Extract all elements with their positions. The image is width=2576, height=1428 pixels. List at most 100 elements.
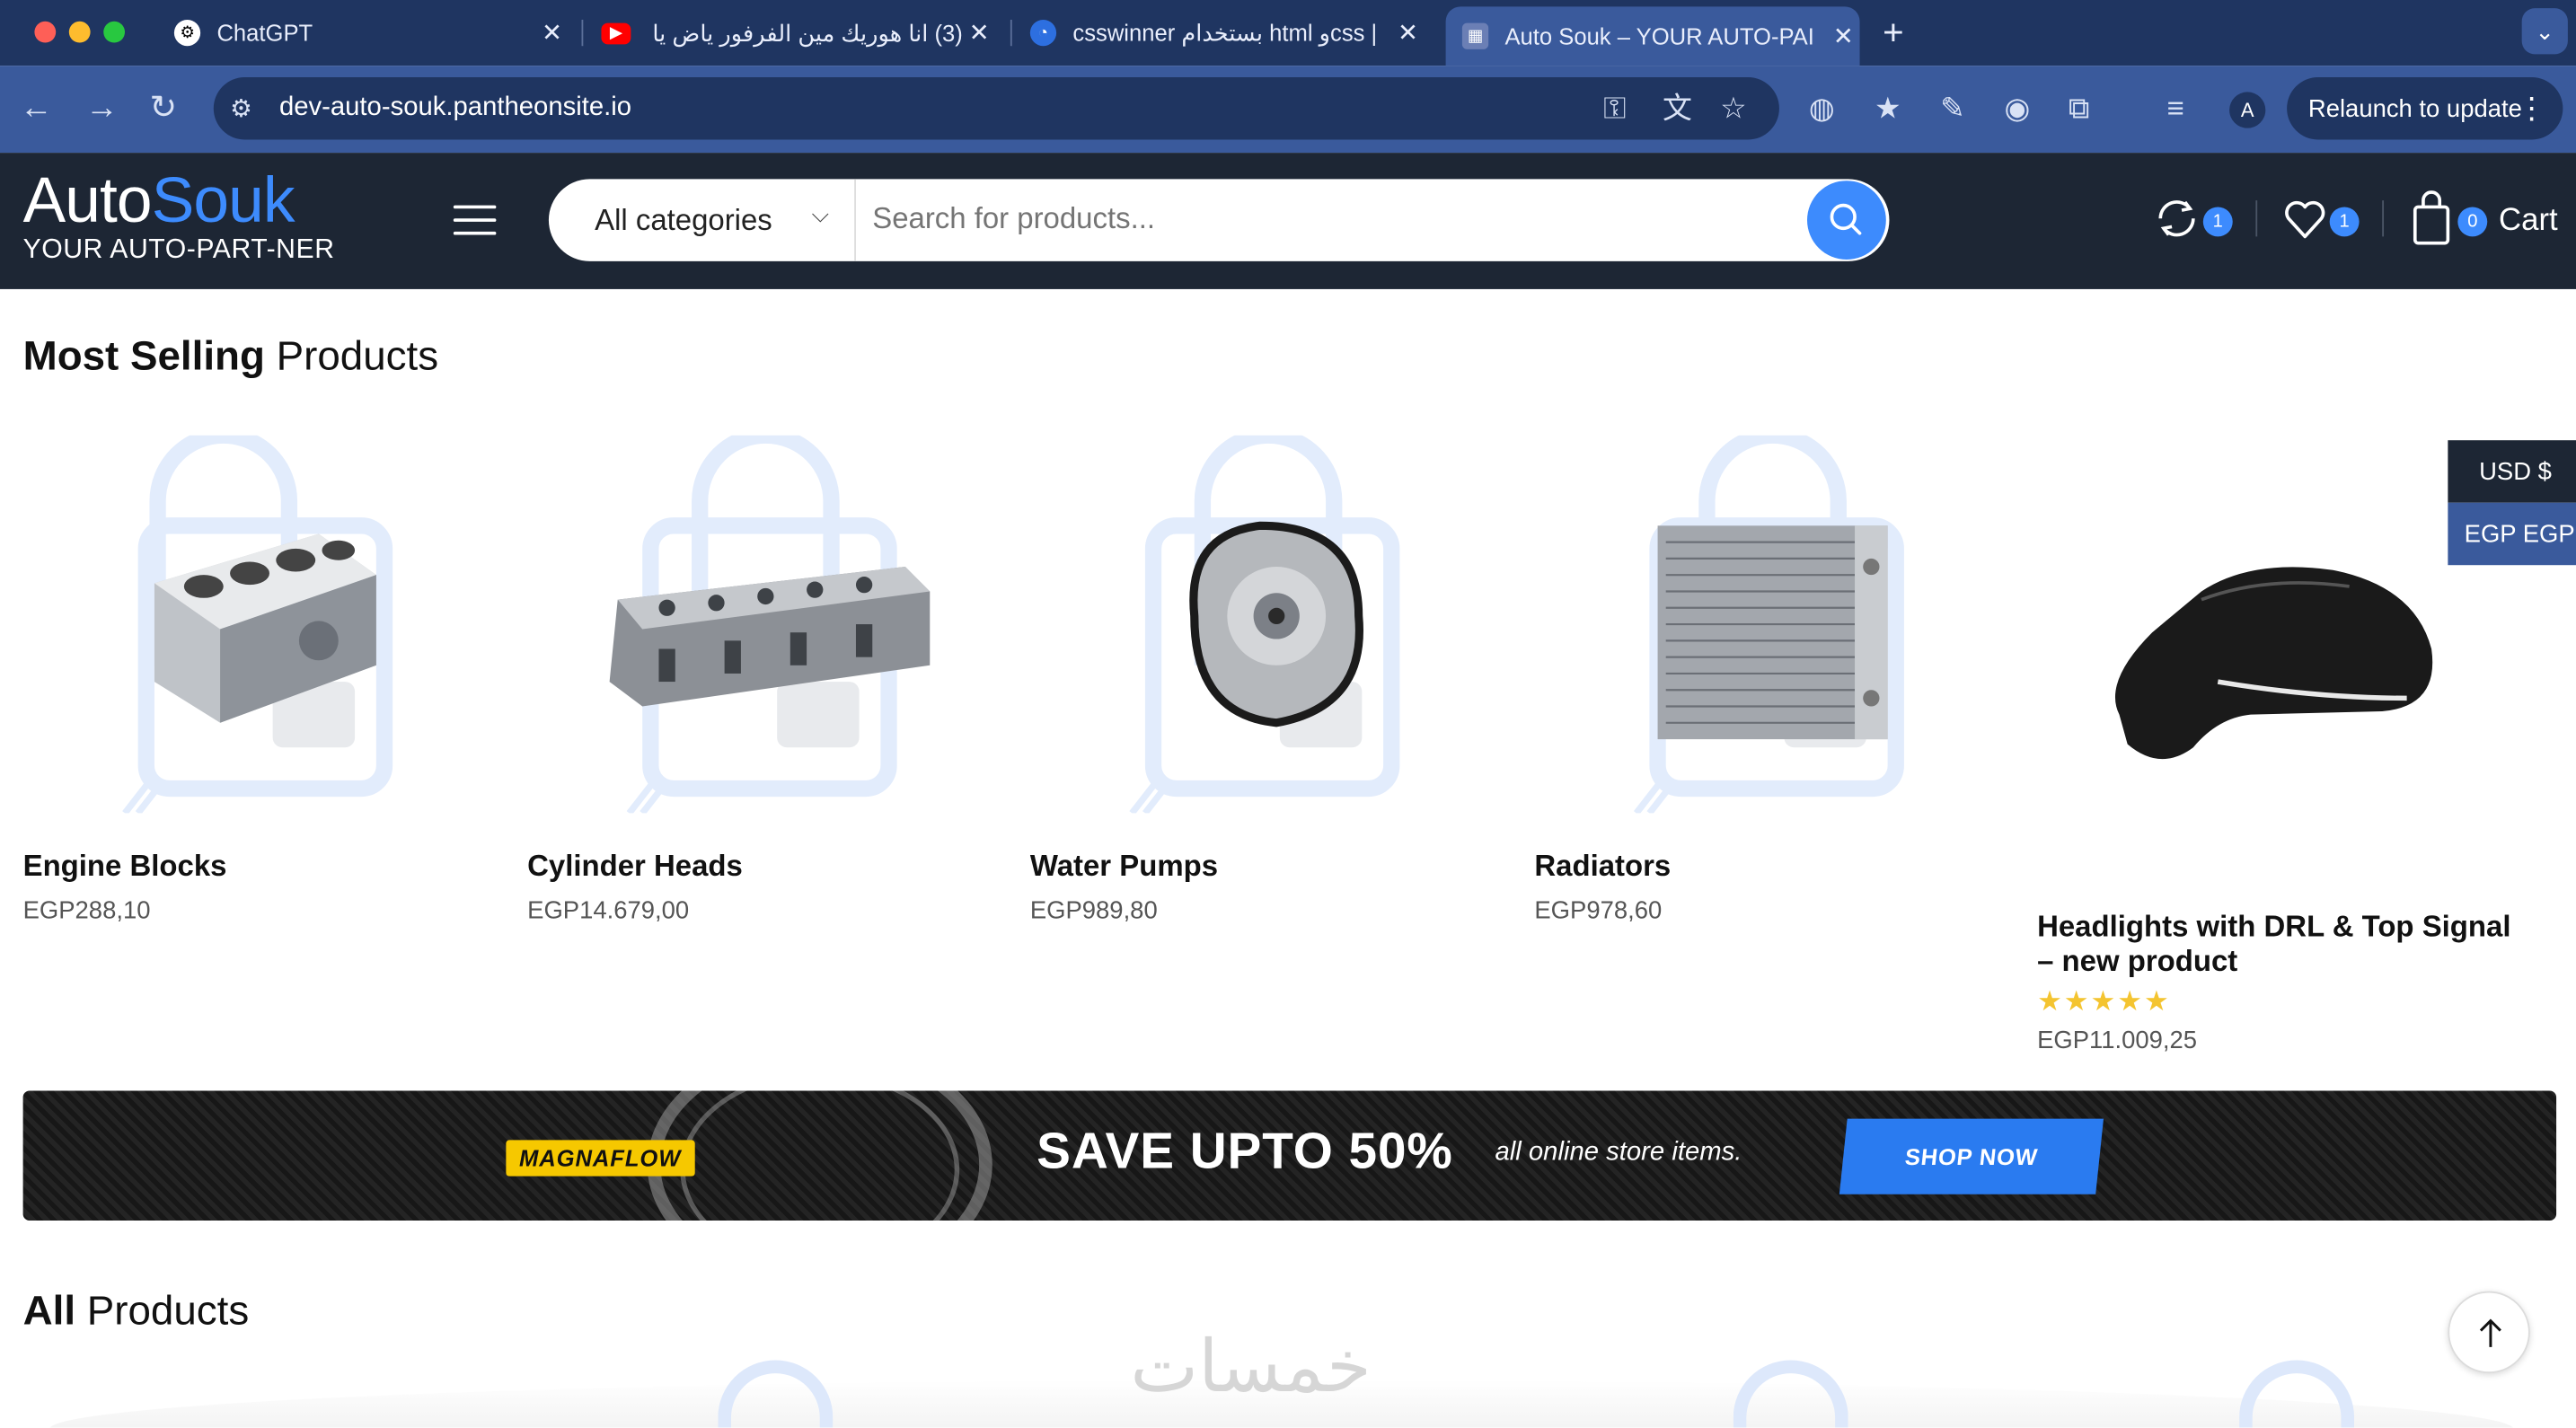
zoom-window-button[interactable] <box>103 21 126 43</box>
site-tagline: YOUR AUTO-PART-NER <box>22 234 335 265</box>
back-arrow-icon[interactable]: ← <box>20 92 53 125</box>
forward-arrow-icon[interactable]: → <box>85 92 119 125</box>
close-tab-icon[interactable]: ✕ <box>535 18 569 48</box>
wishlist-button[interactable] <box>2280 194 2330 251</box>
profile-avatar[interactable]: A <box>2229 92 2266 128</box>
product-price: EGP288,10 <box>22 896 151 925</box>
star-icon: ★ <box>2117 985 2144 1018</box>
product-name[interactable]: Water Pumps <box>1030 850 1218 884</box>
product-price: EGP978,60 <box>1534 896 1663 925</box>
compare-button[interactable] <box>2152 194 2201 251</box>
close-tab-icon[interactable]: ✕ <box>1391 18 1425 48</box>
browser-tab-bar: ⚙ ChatGPT ✕ ▶ (3) انا هوريك مين الفرفور … <box>0 0 2576 66</box>
product-search-bar: All categories ⌵ <box>548 179 1890 261</box>
logo-text-auto: Auto <box>22 165 153 237</box>
shopping-bag-icon <box>2413 190 2450 245</box>
product-image-cylinder-head <box>609 435 931 814</box>
product-image-water-pump <box>1129 435 1400 814</box>
compare-sync-icon <box>2158 200 2195 237</box>
promo-banner[interactable]: MAGNAFLOW SAVE UPTO 50% all online store… <box>22 1090 2557 1221</box>
close-tab-icon[interactable]: ✕ <box>1827 22 1860 51</box>
media-queue-icon[interactable]: ≡ <box>2167 92 2184 125</box>
product-name[interactable]: Cylinder Heads <box>527 850 743 884</box>
watermark-text: خمسات <box>1130 1327 1372 1408</box>
rating-stars: ★★★★★ <box>2037 985 2171 1018</box>
browser-tab-csswinner[interactable]: ◔ csswinner بستخدام html وcss | ✕ <box>1029 6 1425 59</box>
most-selling-heading: Most Selling Products <box>23 333 439 381</box>
search-divider <box>854 179 856 261</box>
tab-title: (3) انا هوريك مين الفرفور ياض يا نا <box>647 19 963 46</box>
tab-title: csswinner بستخدام html وcss | <box>1072 19 1378 46</box>
tab-divider <box>581 19 584 47</box>
bookmark-star-icon[interactable]: ☆ <box>1720 92 1747 125</box>
star-icon: ★ <box>2063 985 2091 1018</box>
magnaflow-logo: MAGNAFLOW <box>506 1140 694 1177</box>
relaunch-button[interactable]: Relaunch to update ⋮ <box>2287 76 2563 140</box>
globe-extension-icon[interactable]: ◍ <box>1809 92 1835 125</box>
url-text: dev-auto-souk.pantheonsite.io <box>278 93 632 122</box>
heading-bold: All <box>22 1288 76 1335</box>
browser-tab-autosouk[interactable]: ▦ Auto Souk – YOUR AUTO-PAI ✕ <box>1445 6 1860 66</box>
site-info-icon[interactable]: ⚙ <box>230 93 252 123</box>
category-select[interactable]: All categories <box>595 204 772 238</box>
wheel-graphic <box>680 1090 960 1221</box>
site-logo[interactable]: AutoSouk YOUR AUTO-PART-NER <box>22 165 335 267</box>
tab-divider <box>1010 19 1012 47</box>
heading-rest: Products <box>276 333 439 380</box>
cart-label[interactable]: Cart <box>2499 204 2558 240</box>
scroll-to-top-button[interactable] <box>2448 1291 2530 1374</box>
tab-search-chevron-icon[interactable]: ⌄ <box>2521 8 2568 55</box>
relaunch-label: Relaunch to update <box>2307 94 2522 123</box>
shop-now-button[interactable]: SHOP NOW <box>1839 1118 2104 1194</box>
product-image-headlight-mirror <box>2114 567 2433 760</box>
header-divider <box>2382 200 2385 237</box>
minimize-window-button[interactable] <box>68 21 91 43</box>
star-icon: ★ <box>2143 985 2171 1018</box>
star-icon: ★ <box>2090 985 2118 1018</box>
browser-tab-chatgpt[interactable]: ⚙ ChatGPT ✕ <box>173 6 569 59</box>
product-price: EGP989,80 <box>1029 896 1158 925</box>
product-name[interactable]: Engine Blocks <box>23 850 227 884</box>
chatgpt-icon: ⚙ <box>173 19 201 47</box>
close-tab-icon[interactable]: ✕ <box>963 18 996 48</box>
banner-subtext: all online store items. <box>1495 1138 1742 1167</box>
close-window-button[interactable] <box>34 21 57 43</box>
product-name[interactable]: Headlights with DRL & Top Signal – new p… <box>2037 910 2530 979</box>
product-price: EGP11.009,25 <box>2037 1027 2198 1055</box>
search-input[interactable] <box>872 201 1793 237</box>
all-products-heading: All Products <box>23 1288 250 1335</box>
header-divider <box>2255 200 2258 237</box>
new-tab-button[interactable]: + <box>1883 6 1916 59</box>
wishlist-count-badge: 1 <box>2329 207 2360 237</box>
star-icon: ★ <box>2037 985 2064 1018</box>
tab-title: ChatGPT <box>216 19 313 47</box>
currency-egp-option[interactable]: EGP EGP <box>2448 502 2576 566</box>
star-extension-icon[interactable]: ★ <box>1875 92 1901 125</box>
placeholder-bag-icon <box>718 1360 834 1428</box>
product-name[interactable]: Radiators <box>1534 850 1671 884</box>
currency-usd-option[interactable]: USD $ <box>2448 440 2576 503</box>
hamburger-menu-icon[interactable] <box>453 205 497 235</box>
password-key-icon[interactable]: ⚿ <box>1603 92 1626 125</box>
translate-icon[interactable]: 文 <box>1663 92 1692 125</box>
youtube-icon: ▶ <box>601 22 631 44</box>
kebab-menu-icon[interactable]: ⋮ <box>2517 92 2546 126</box>
search-button[interactable] <box>1807 181 1886 260</box>
placeholder-bag-icon <box>2239 1360 2355 1428</box>
address-bar[interactable]: ⚙ dev-auto-souk.pantheonsite.io <box>213 76 1779 140</box>
arrow-up-icon <box>2479 1318 2501 1347</box>
placeholder-bag-icon <box>1733 1360 1848 1428</box>
reload-icon[interactable]: ↻ <box>149 92 177 125</box>
eyedropper-extension-icon[interactable]: ✎ <box>1940 92 1965 125</box>
cart-button[interactable] <box>2410 190 2453 254</box>
site-icon: ▦ <box>1461 22 1489 49</box>
product-image-radiator <box>1633 435 1904 814</box>
camera-extension-icon[interactable]: ◉ <box>2005 92 2031 125</box>
chevron-down-icon[interactable]: ⌵ <box>812 200 829 228</box>
compare-count-badge: 1 <box>2202 207 2233 237</box>
heart-icon <box>2285 200 2325 239</box>
heading-rest: Products <box>86 1288 250 1335</box>
extensions-puzzle-icon[interactable]: ⧉ <box>2069 92 2090 125</box>
browser-tab-youtube[interactable]: ▶ (3) انا هوريك مين الفرفور ياض يا نا ✕ <box>601 6 995 59</box>
cart-count-badge: 0 <box>2457 207 2488 237</box>
